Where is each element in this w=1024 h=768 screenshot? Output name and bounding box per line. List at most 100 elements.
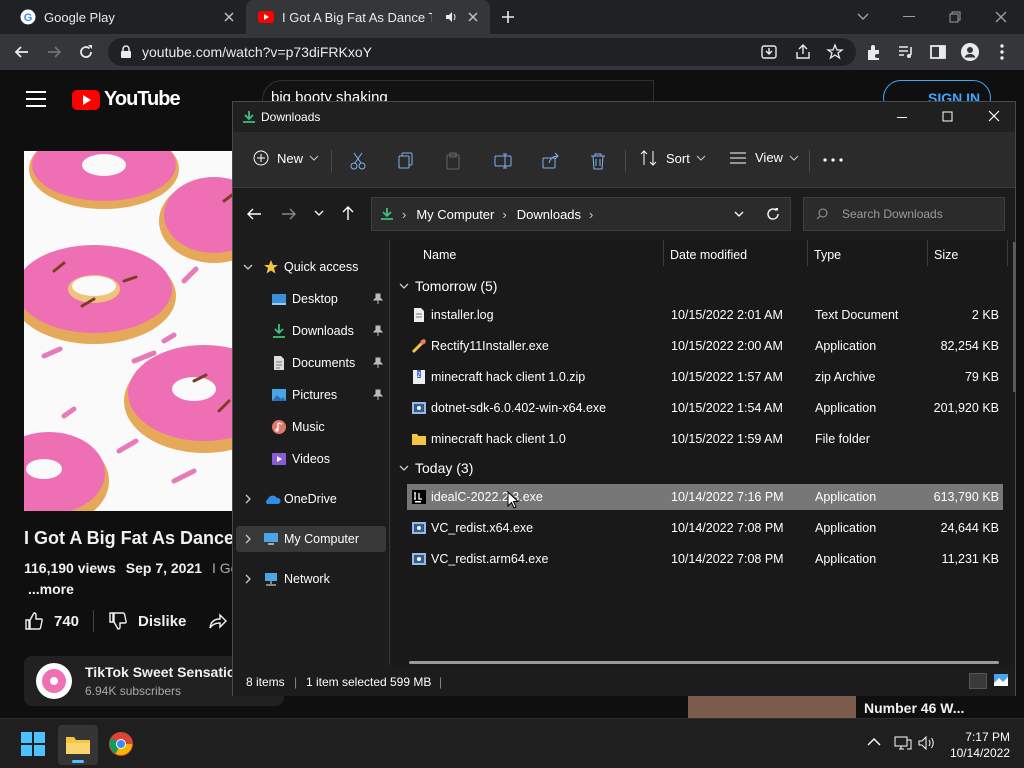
browser-toolbar: youtube.com/watch?v=p73diFRKxoY (0, 34, 1024, 70)
tab-youtube[interactable]: I Got A Big Fat As Dance TikTok (246, 0, 490, 34)
share-icon[interactable] (794, 43, 812, 61)
table-row[interactable]: Rectify11Installer.exe 10/15/2022 2:00 A… (407, 333, 1003, 359)
sidebar-item-pictures[interactable]: Pictures (233, 382, 389, 408)
column-header-date[interactable]: Date modified (670, 240, 747, 270)
recommended-title[interactable]: Number 46 W... (864, 700, 964, 716)
details-view-icon[interactable] (969, 673, 987, 689)
minimize-icon[interactable] (886, 0, 932, 34)
share-icon[interactable] (542, 152, 560, 170)
video-player[interactable] (24, 151, 234, 511)
youtube-logo[interactable]: YouTube (72, 88, 181, 111)
pin-icon[interactable] (373, 325, 383, 337)
share-arrow-icon[interactable] (208, 611, 228, 631)
sidebar-item-quick-access[interactable]: Quick access (233, 254, 389, 280)
pin-icon[interactable] (373, 389, 383, 401)
chevron-up-icon[interactable] (867, 738, 881, 746)
pin-icon[interactable] (373, 293, 383, 305)
close-tab-icon[interactable] (466, 10, 480, 24)
rename-icon[interactable] (494, 152, 512, 170)
new-button[interactable]: New (253, 150, 319, 166)
back-icon[interactable] (12, 42, 32, 62)
profile-icon[interactable] (960, 42, 980, 62)
table-row-selected[interactable]: idealC-2022.2.3.exe 10/14/2022 7:16 PM A… (407, 484, 1003, 510)
bookmark-star-icon[interactable] (826, 43, 844, 61)
tab-google-play[interactable]: G Google Play (8, 0, 246, 34)
pin-icon[interactable] (373, 357, 383, 369)
paste-icon[interactable] (445, 152, 461, 170)
file-size: 201,920 KB (933, 401, 999, 415)
refresh-icon[interactable] (766, 207, 780, 221)
channel-name[interactable]: TikTok Sweet Sensation (85, 664, 244, 680)
install-icon[interactable] (760, 43, 778, 61)
table-row[interactable]: VC_redist.x64.exe 10/14/2022 7:08 PM App… (407, 515, 1003, 541)
table-row[interactable]: Z minecraft hack client 1.0.zip 10/15/20… (407, 364, 1003, 390)
windows-start-icon[interactable] (20, 731, 46, 757)
donut-thumbnail-image (24, 151, 234, 511)
sidebar-item-my-computer[interactable]: My Computer (236, 526, 386, 552)
sidebar-item-network[interactable]: Network (233, 566, 389, 592)
sidebar-item-onedrive[interactable]: OneDrive (233, 486, 389, 512)
column-header-size[interactable]: Size (934, 240, 958, 270)
explorer-titlebar[interactable]: Downloads (233, 102, 1015, 132)
chrome-icon[interactable] (108, 731, 134, 757)
dislike-button[interactable]: Dislike (108, 611, 186, 631)
reload-icon[interactable] (76, 42, 96, 62)
delete-icon[interactable] (590, 152, 606, 170)
extensions-icon[interactable] (864, 42, 884, 62)
system-clock[interactable]: 7:17 PM 10/14/2022 (950, 729, 1010, 761)
explorer-title: Downloads (261, 110, 321, 124)
sidebar-item-documents[interactable]: Documents (233, 350, 389, 376)
recent-locations-chevron-icon[interactable] (314, 210, 324, 216)
speaker-icon[interactable] (444, 10, 458, 24)
copy-icon[interactable] (398, 152, 414, 170)
table-row[interactable]: installer.log 10/15/2022 2:01 AM Text Do… (407, 302, 1003, 328)
table-row[interactable]: minecraft hack client 1.0 10/15/2022 1:5… (407, 426, 1003, 452)
forward-icon[interactable] (44, 42, 64, 62)
horizontal-scrollbar[interactable] (409, 661, 999, 664)
close-tab-icon[interactable] (222, 10, 236, 24)
close-icon[interactable] (988, 110, 1000, 122)
volume-icon[interactable] (918, 736, 936, 750)
tab-search-chevron-icon[interactable] (840, 0, 886, 34)
kebab-menu-icon[interactable] (992, 42, 1012, 62)
column-header-type[interactable]: Type (814, 240, 841, 270)
tiles-view-icon[interactable] (993, 673, 1009, 687)
table-row[interactable]: VC_redist.arm64.exe 10/14/2022 7:08 PM A… (407, 546, 1003, 572)
hamburger-menu-icon[interactable] (26, 91, 46, 107)
vertical-scrollbar[interactable] (1013, 242, 1016, 392)
new-tab-icon[interactable] (500, 9, 516, 25)
column-header-name[interactable]: Name (423, 240, 456, 270)
side-panel-icon[interactable] (928, 42, 948, 62)
address-bar[interactable]: › My Computer › Downloads › (371, 197, 791, 231)
network-status-icon[interactable] (894, 735, 912, 751)
sidebar-item-videos[interactable]: Videos (233, 446, 389, 472)
sidebar-item-music[interactable]: Music (233, 414, 389, 440)
more-link[interactable]: ...more (28, 581, 74, 597)
address-history-chevron-icon[interactable] (734, 211, 744, 217)
breadcrumb-downloads[interactable]: Downloads (517, 207, 581, 222)
up-arrow-icon[interactable] (341, 205, 355, 221)
sidebar-item-downloads[interactable]: Downloads (233, 318, 389, 344)
restore-icon[interactable] (932, 0, 978, 34)
address-bar[interactable]: youtube.com/watch?v=p73diFRKxoY (108, 38, 856, 66)
view-button[interactable]: View (729, 150, 799, 165)
back-icon[interactable] (246, 207, 262, 221)
breadcrumb-my-computer[interactable]: My Computer (416, 207, 494, 222)
media-icon[interactable] (896, 42, 916, 62)
file-explorer-taskbar-button[interactable] (58, 725, 98, 765)
like-button[interactable]: 740 (24, 611, 79, 631)
maximize-icon[interactable] (942, 111, 954, 123)
sidebar-item-desktop[interactable]: Desktop (233, 286, 389, 312)
group-header-tomorrow[interactable]: Tomorrow (5) (399, 278, 497, 294)
minimize-icon[interactable] (897, 111, 909, 123)
sort-button[interactable]: Sort (640, 150, 706, 166)
search-downloads-input[interactable]: Search Downloads (803, 197, 1005, 231)
channel-avatar[interactable] (36, 663, 72, 699)
chevron-down-icon (399, 465, 409, 471)
close-icon[interactable] (978, 0, 1024, 34)
forward-icon[interactable] (281, 207, 297, 221)
cut-icon[interactable] (350, 152, 366, 170)
group-header-today[interactable]: Today (3) (399, 460, 473, 476)
more-options-icon[interactable] (823, 158, 843, 162)
table-row[interactable]: dotnet-sdk-6.0.402-win-x64.exe 10/15/202… (407, 395, 1003, 421)
